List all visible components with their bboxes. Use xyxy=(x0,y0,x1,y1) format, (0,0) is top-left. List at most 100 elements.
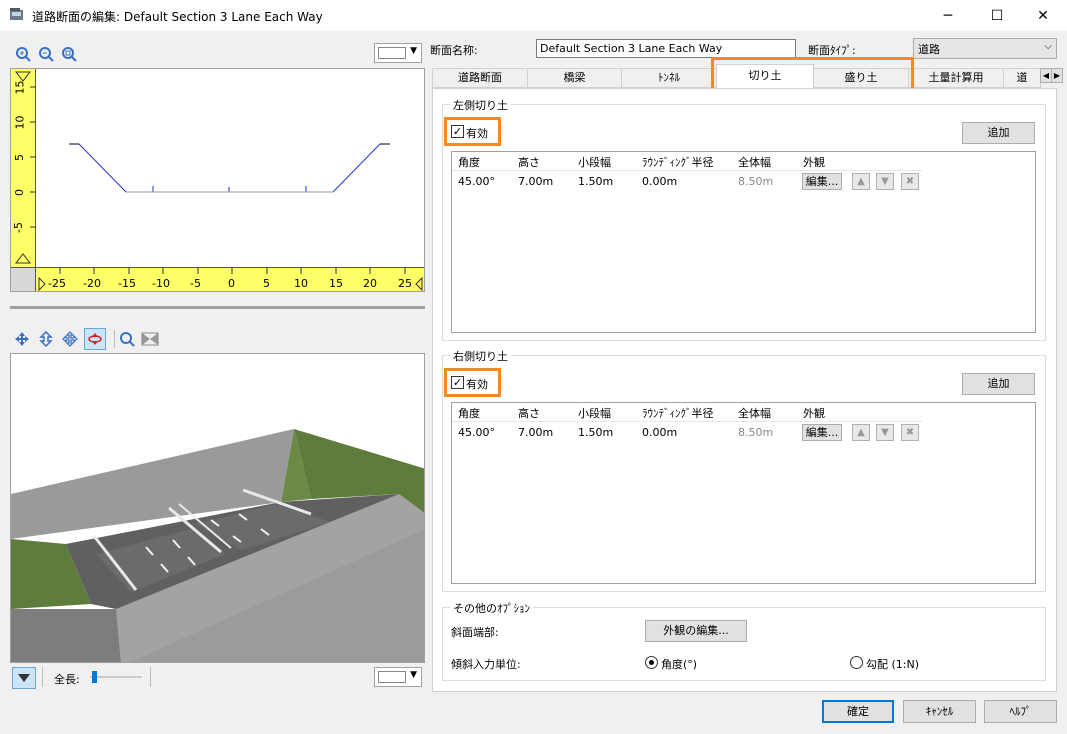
3d-view-toolbar xyxy=(10,324,425,354)
toolbar-separator xyxy=(150,667,151,687)
table-row[interactable]: 45.00° 7.00m 1.50m 0.00m 8.50m 編集... ▲ ▼… xyxy=(452,422,922,444)
3d-view xyxy=(10,353,425,663)
move-up-icon[interactable]: ▲ xyxy=(852,424,870,441)
x-tick-label: -25 xyxy=(48,277,66,290)
tab-road-section[interactable]: 道路断面 xyxy=(432,68,528,88)
slider-thumb[interactable] xyxy=(92,671,97,683)
column-header: 小段幅 xyxy=(578,156,611,169)
y-tick-label: 5 xyxy=(13,154,26,161)
x-tick-label: 10 xyxy=(294,277,308,290)
section-view: 15 10 5 0 -5 -25 -20 -15 -10 -5 0 5 10 1… xyxy=(10,68,425,292)
x-tick-label: 15 xyxy=(329,277,343,290)
pan-icon[interactable] xyxy=(13,330,31,348)
tab-tunnel[interactable]: ﾄﾝﾈﾙ xyxy=(621,68,717,88)
section-name-label: 断面名称: xyxy=(430,44,478,57)
maximize-button[interactable]: ☐ xyxy=(974,0,1020,31)
tab-scroll-right-button[interactable]: ▶ xyxy=(1051,68,1063,83)
column-header: 小段幅 xyxy=(578,407,611,420)
cell-height: 7.00m xyxy=(518,426,554,439)
move-vertical-icon[interactable] xyxy=(37,330,55,348)
slope-end-label: 斜面端部: xyxy=(451,626,499,639)
y-tick-label: 10 xyxy=(13,115,27,130)
column-header: 外観 xyxy=(803,407,825,420)
right-cut-add-button[interactable]: 追加 xyxy=(962,373,1035,395)
toolbar-separator xyxy=(42,667,43,687)
cell-step-width: 1.50m xyxy=(578,426,614,439)
delete-icon[interactable]: ✖ xyxy=(901,424,919,441)
x-tick-label: -15 xyxy=(118,277,136,290)
edit-appearance-button[interactable]: 編集... xyxy=(802,424,842,441)
ok-button[interactable]: 確定 xyxy=(822,700,894,723)
radio-grade-label: 勾配 (1:N) xyxy=(866,658,920,671)
minimize-button[interactable]: ─ xyxy=(925,0,971,31)
help-button[interactable]: ﾍﾙﾌﾟ xyxy=(984,700,1057,723)
edit-appearance-button[interactable]: 外観の編集... xyxy=(645,620,747,642)
cell-step-width: 1.50m xyxy=(578,175,614,188)
title-bar: 道路断面の編集: Default Section 3 Lane Each Way… xyxy=(0,0,1067,31)
x-tick-label: 0 xyxy=(228,277,235,290)
radio-angle[interactable]: 角度(°) xyxy=(645,656,725,671)
move-down-icon[interactable]: ▼ xyxy=(876,173,894,190)
table-row[interactable]: 45.00° 7.00m 1.50m 0.00m 8.50m 編集... ▲ ▼… xyxy=(452,171,922,193)
3d-background-color-select[interactable]: ▼ xyxy=(374,667,422,687)
left-enabled-highlight xyxy=(444,117,501,146)
close-button[interactable]: ✕ xyxy=(1020,0,1066,31)
column-header: 角度 xyxy=(458,407,480,420)
zoom-out-icon[interactable] xyxy=(37,45,55,63)
zoom-fit-icon[interactable] xyxy=(60,45,78,63)
move-up-icon[interactable]: ▲ xyxy=(852,173,870,190)
fit-view-icon[interactable] xyxy=(141,330,159,348)
section-type-select[interactable]: 道路 ⌵ xyxy=(913,38,1057,59)
radio-grade[interactable]: 勾配 (1:N) xyxy=(850,656,940,671)
ruler-corner xyxy=(11,267,36,291)
column-header: ﾗｳﾝﾃﾞｨﾝｸﾞ半径 xyxy=(642,156,714,169)
tab-bridge[interactable]: 橋梁 xyxy=(527,68,622,88)
zoom-in-icon[interactable] xyxy=(14,45,32,63)
tab-more[interactable]: 道 xyxy=(1003,68,1041,88)
length-label: 全長: xyxy=(54,673,80,686)
right-cut-title: 右側切り土 xyxy=(450,348,511,364)
left-cut-add-button[interactable]: 追加 xyxy=(962,122,1035,144)
cell-total-width: 8.50m xyxy=(738,426,774,439)
x-tick-label: -10 xyxy=(152,277,170,290)
radio-unselected-icon xyxy=(850,656,863,669)
move-down-icon[interactable]: ▼ xyxy=(876,424,894,441)
radio-angle-label: 角度(°) xyxy=(661,658,698,671)
column-header: 高さ xyxy=(518,407,540,420)
y-tick-label: 0 xyxy=(13,189,26,196)
delete-icon[interactable]: ✖ xyxy=(901,173,919,190)
x-tick-label: 5 xyxy=(263,277,270,290)
y-tick-label: 15 xyxy=(13,80,27,95)
other-options-group xyxy=(442,607,1046,681)
slope-unit-label: 傾斜入力単位: xyxy=(451,658,521,671)
background-color-select[interactable]: ▼ xyxy=(374,43,422,63)
left-cut-title: 左側切り土 xyxy=(450,97,511,113)
column-header: ﾗｳﾝﾃﾞｨﾝｸﾞ半径 xyxy=(642,407,714,420)
orbit-icon[interactable] xyxy=(84,328,106,350)
move-all-icon[interactable] xyxy=(61,330,79,348)
app-icon xyxy=(9,7,25,23)
tab-earthwork[interactable]: 土量計算用 xyxy=(908,68,1004,88)
y-tick-label: -5 xyxy=(11,222,25,233)
cell-angle: 45.00° xyxy=(458,426,495,439)
section-type-label: 断面ﾀｲﾌﾟ: xyxy=(808,44,856,57)
right-enabled-highlight xyxy=(444,368,501,397)
3d-view-statusbar: 全長: ▼ xyxy=(10,663,425,691)
view-splitter[interactable] xyxy=(10,306,425,309)
zoom-icon[interactable] xyxy=(118,330,136,348)
x-tick-label: 25 xyxy=(398,277,412,290)
chevron-down-icon: ⌵ xyxy=(1044,41,1052,52)
edit-appearance-button[interactable]: 編集... xyxy=(802,173,842,190)
window-title: 道路断面の編集: Default Section 3 Lane Each Way xyxy=(32,10,323,24)
length-slider[interactable] xyxy=(90,671,142,683)
section-profile xyxy=(69,143,390,193)
cell-rounding-radius: 0.00m xyxy=(642,175,678,188)
cell-total-width: 8.50m xyxy=(738,175,774,188)
horizontal-ruler: -25 -20 -15 -10 -5 0 5 10 15 20 25 xyxy=(36,267,424,292)
section-name-input[interactable]: Default Section 3 Lane Each Way xyxy=(536,39,796,58)
column-header: 高さ xyxy=(518,156,540,169)
view-mode-button[interactable] xyxy=(12,667,36,689)
cell-height: 7.00m xyxy=(518,175,554,188)
cell-rounding-radius: 0.00m xyxy=(642,426,678,439)
cancel-button[interactable]: ｷｬﾝｾﾙ xyxy=(903,700,976,723)
